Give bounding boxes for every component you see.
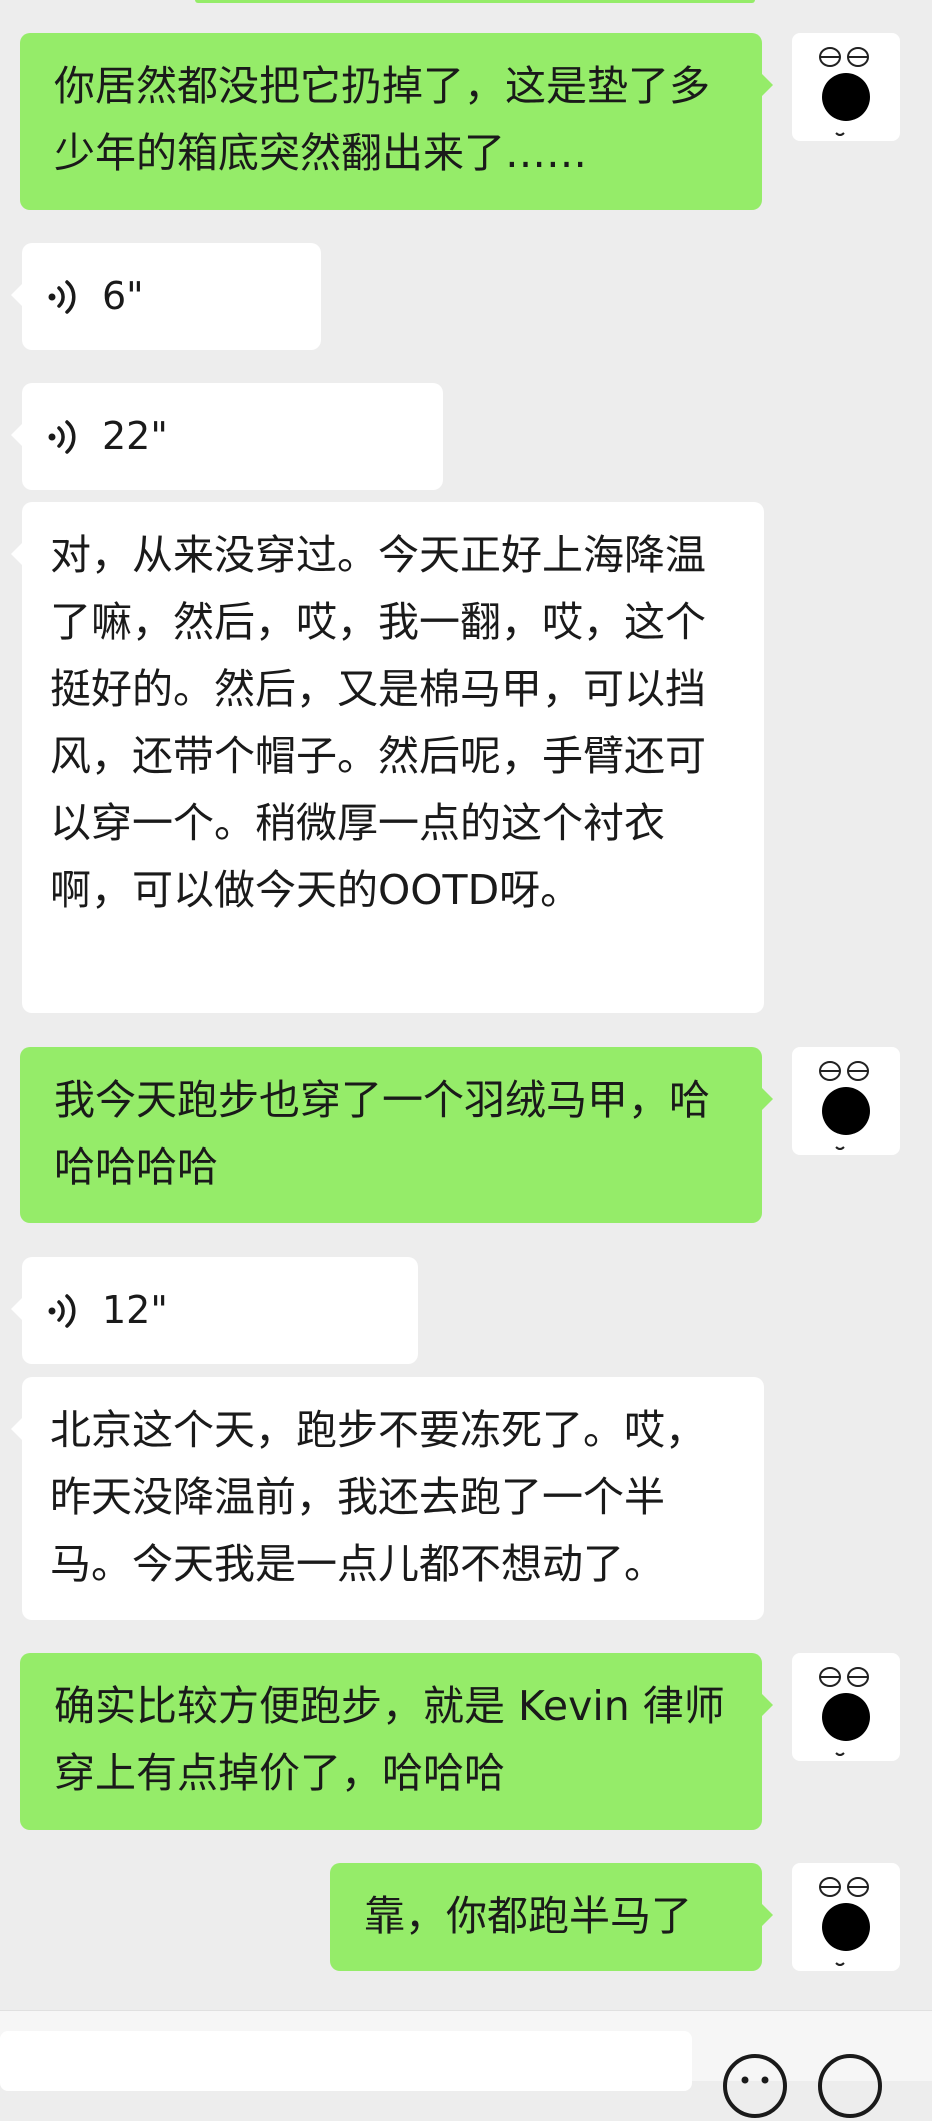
voice-duration: 22": [102, 414, 168, 458]
emoji-icon[interactable]: [720, 2051, 790, 2121]
face-avatar-icon: [819, 1877, 870, 1966]
face-avatar-icon: [819, 47, 870, 136]
face-avatar-icon: [819, 1061, 870, 1150]
plus-icon[interactable]: [815, 2051, 885, 2121]
message-text: 北京这个天，跑步不要冻死了。哎，昨天没降温前，我还去跑了一个半马。今天我是一点儿…: [50, 1406, 706, 1588]
voice-wave-icon: [48, 1293, 76, 1328]
message-bubble-incoming[interactable]: 北京这个天，跑步不要冻死了。哎，昨天没降温前，我还去跑了一个半马。今天我是一点儿…: [11, 1377, 764, 1620]
message-bubble-outgoing[interactable]: 靠，你都跑半马了: [330, 1863, 773, 1971]
chat-input-bar: [0, 2010, 932, 2118]
previous-message-bubble-edge: [195, 0, 755, 3]
voice-wave-icon: [48, 419, 76, 454]
voice-message-bubble[interactable]: 12": [11, 1257, 418, 1364]
voice-wave-icon: [48, 279, 76, 314]
voice-duration: 6": [102, 274, 144, 318]
message-text: 我今天跑步也穿了一个羽绒马甲，哈哈哈哈哈: [54, 1076, 710, 1191]
my-avatar[interactable]: [792, 1653, 900, 1761]
message-text: 对，从来没穿过。今天正好上海降温了嘛，然后，哎，我一翻，哎，这个挺好的。然后，又…: [50, 531, 706, 914]
message-text: 确实比较方便跑步，就是 Kevin 律师穿上有点掉价了，哈哈哈: [54, 1682, 725, 1797]
message-text: 靠，你都跑半马了: [364, 1892, 692, 1940]
message-input[interactable]: [0, 2031, 692, 2091]
my-avatar[interactable]: [792, 33, 900, 141]
voice-message-bubble[interactable]: 6": [11, 243, 321, 350]
my-avatar[interactable]: [792, 1047, 900, 1155]
message-bubble-outgoing[interactable]: 你居然都没把它扔掉了，这是垫了多少年的箱底突然翻出来了……: [20, 33, 773, 210]
message-bubble-outgoing[interactable]: 确实比较方便跑步，就是 Kevin 律师穿上有点掉价了，哈哈哈: [20, 1653, 773, 1830]
face-avatar-icon: [819, 1667, 870, 1756]
voice-message-bubble[interactable]: 22": [11, 383, 443, 490]
my-avatar[interactable]: [792, 1863, 900, 1971]
message-bubble-incoming[interactable]: 对，从来没穿过。今天正好上海降温了嘛，然后，哎，我一翻，哎，这个挺好的。然后，又…: [11, 502, 764, 1013]
message-bubble-outgoing[interactable]: 我今天跑步也穿了一个羽绒马甲，哈哈哈哈哈: [20, 1047, 773, 1223]
message-text: 你居然都没把它扔掉了，这是垫了多少年的箱底突然翻出来了……: [54, 62, 710, 177]
voice-duration: 12": [102, 1288, 168, 1332]
